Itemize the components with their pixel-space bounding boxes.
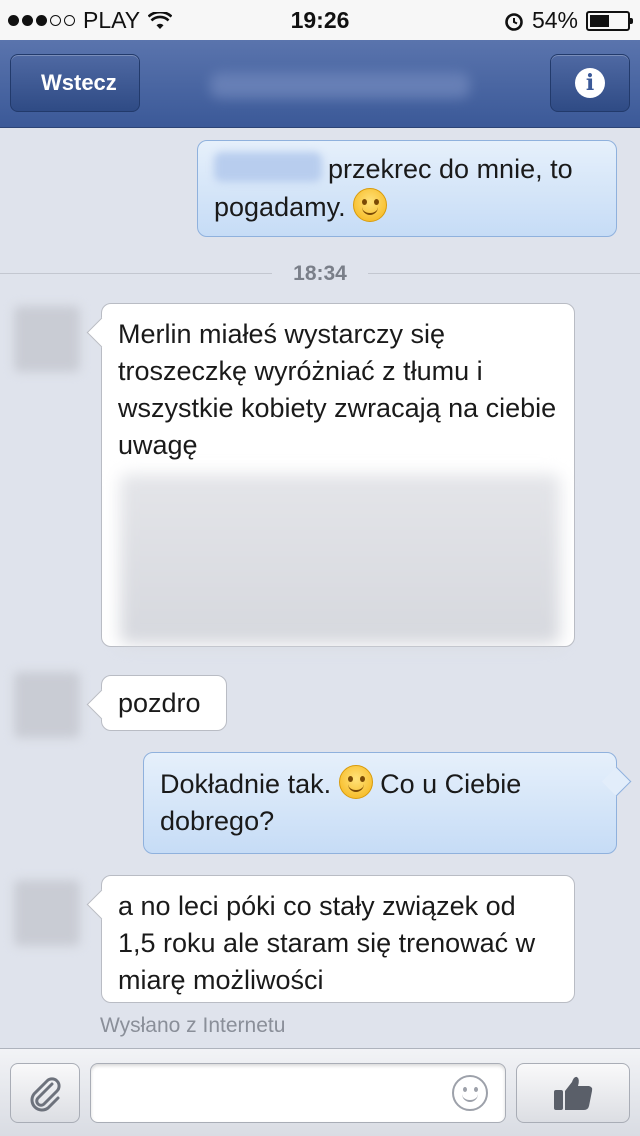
carrier-name: PLAY: [83, 7, 141, 33]
message-text: pozdro: [118, 688, 201, 718]
like-button[interactable]: [516, 1063, 630, 1123]
smiling-face-icon: [338, 765, 373, 799]
signal-strength-icon: [8, 15, 75, 26]
battery-icon: [586, 10, 633, 31]
message-bubble-incoming[interactable]: pozdro: [101, 675, 227, 731]
message-bubble-outgoing[interactable]: Dokładnie tak. Co u Ciebie dobrego?: [143, 752, 617, 854]
message-timestamp: 18:34: [272, 260, 368, 288]
info-button[interactable]: i: [550, 54, 630, 112]
emoji-button[interactable]: [452, 1075, 488, 1111]
avatar[interactable]: [14, 880, 80, 946]
wifi-icon: [148, 11, 173, 29]
battery-percent: 54%: [531, 7, 578, 33]
message-bubble-incoming[interactable]: Merlin miałeś wystarczy się troszeczkę w…: [101, 303, 575, 647]
message-text: Dokładnie tak.: [160, 769, 332, 799]
avatar[interactable]: [14, 306, 80, 372]
redacted-name: [214, 152, 322, 182]
status-bar: PLAY 19:26 54%: [0, 0, 640, 40]
message-text: pogadamy.: [214, 192, 346, 222]
paperclip-icon: [30, 1077, 61, 1112]
info-icon: i: [575, 68, 605, 98]
message-input[interactable]: [90, 1063, 506, 1123]
message-bubble-outgoing[interactable]: przekrec do mnie, to pogadamy.: [197, 140, 617, 237]
avatar[interactable]: [14, 672, 80, 738]
navigation-bar: Wstecz i: [0, 40, 640, 128]
composer-bar: [0, 1048, 640, 1136]
back-button[interactable]: Wstecz: [10, 54, 140, 112]
alarm-clock-icon: [505, 12, 523, 31]
thumbs-up-icon: [554, 1076, 593, 1110]
message-bubble-incoming[interactable]: a no leci póki co stały związek od 1,5 r…: [101, 875, 575, 1003]
attach-button[interactable]: [10, 1063, 80, 1123]
message-text: przekrec do mnie, to: [328, 154, 573, 184]
smiling-face-icon: [353, 188, 388, 222]
message-text: Merlin miałeś wystarczy się troszeczkę w…: [118, 319, 557, 460]
attachment-preview-redacted[interactable]: [120, 474, 560, 644]
message-text: a no leci póki co stały związek od 1,5 r…: [118, 891, 536, 995]
back-button-label: Wstecz: [41, 70, 117, 95]
sent-via-note: Wysłano z Internetu: [100, 1014, 286, 1037]
conversation-title-redacted: [210, 72, 470, 98]
